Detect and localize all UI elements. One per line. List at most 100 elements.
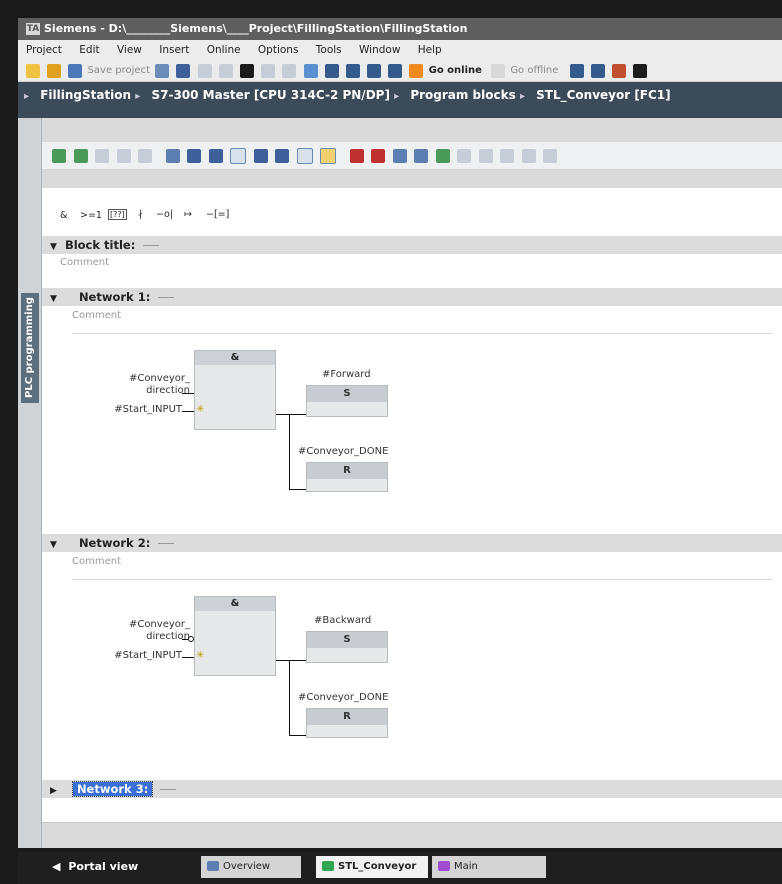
side-tab-plc-programming[interactable]: PLC programming	[21, 293, 39, 403]
insert-box-icon[interactable]	[253, 149, 268, 163]
menu-tools[interactable]: Tools	[316, 44, 342, 56]
input-operand-conveyor-direction[interactable]: #Conveyor_ direction	[108, 373, 190, 397]
network-2-title-field[interactable]	[158, 543, 175, 544]
insert-network-icon[interactable]	[52, 149, 66, 163]
go-to-error-icon[interactable]	[392, 149, 407, 163]
menu-view[interactable]: View	[117, 44, 142, 56]
menu-project[interactable]: Project	[26, 44, 62, 56]
palette-empty-box[interactable]: [??]	[108, 209, 127, 220]
input-operand-conveyor-direction[interactable]: #Conveyor_ direction	[108, 619, 190, 643]
breadcrumb-item-program-blocks[interactable]: Program blocks	[410, 88, 515, 102]
network-1-comment[interactable]: Comment	[72, 310, 772, 334]
menu-window[interactable]: Window	[359, 44, 400, 56]
collapse-icon[interactable]: ▼	[50, 294, 57, 304]
stop-cpu-icon[interactable]	[611, 64, 626, 78]
palette-or-box[interactable]: >=1	[80, 210, 102, 221]
set-coil[interactable]: S	[306, 385, 388, 417]
go-offline-button[interactable]: Go offline	[510, 60, 558, 82]
split-editor-icon[interactable]	[590, 64, 605, 78]
copy-icon[interactable]	[197, 64, 212, 78]
menu-options[interactable]: Options	[258, 44, 299, 56]
delete-network-icon[interactable]	[73, 149, 88, 163]
cut-icon[interactable]	[176, 64, 191, 78]
open-all-icon[interactable]	[349, 149, 364, 163]
menu-help[interactable]: Help	[418, 44, 442, 56]
step-in-icon[interactable]	[457, 149, 471, 163]
accessible-devices-icon[interactable]	[388, 64, 403, 78]
tab-main[interactable]: Main	[432, 856, 546, 878]
breakpoint-icon[interactable]	[521, 149, 536, 163]
new-project-icon[interactable]	[26, 64, 40, 78]
breadcrumb-item-cpu[interactable]: S7-300 Master [CPU 314C-2 PN/DP]	[151, 88, 389, 102]
monitoring-icon[interactable]	[435, 149, 450, 163]
collapse-networks-icon[interactable]	[187, 149, 201, 163]
coil-operand-backward[interactable]: #Backward	[314, 615, 371, 626]
block-title-field[interactable]	[143, 245, 160, 246]
open-project-icon[interactable]	[47, 64, 62, 78]
compile-icon[interactable]	[303, 64, 318, 78]
insert-input-icon[interactable]: ✳	[196, 404, 204, 415]
input-operand-start[interactable]: #Start_INPUT	[82, 650, 182, 661]
coil-operand-forward[interactable]: #Forward	[322, 369, 371, 380]
reset-coil[interactable]: R	[306, 462, 388, 492]
palette-coil[interactable]: −[=]	[206, 209, 229, 220]
breadcrumb-item-block[interactable]: STL_Conveyor [FC1]	[536, 88, 671, 102]
coil-operand-conveyor-done[interactable]: #Conveyor_DONE	[298, 692, 388, 703]
palette-negated-input[interactable]: −o|	[156, 209, 173, 220]
network-view-icon[interactable]	[296, 148, 313, 164]
palette-assignment[interactable]: ↦	[184, 209, 192, 220]
network-comments-icon[interactable]	[208, 149, 223, 163]
network-3-header[interactable]: ▶ Network 3:	[42, 780, 782, 798]
input-operand-start[interactable]: #Start_INPUT	[82, 404, 182, 415]
expand-icon[interactable]: ▶	[50, 786, 57, 796]
favorites-icon[interactable]	[230, 148, 246, 164]
paste-icon[interactable]	[218, 64, 233, 78]
breadcrumb-expand-icon[interactable]: ▸	[24, 84, 36, 110]
print-icon[interactable]	[155, 64, 170, 78]
collapse-icon[interactable]: ▼	[50, 242, 57, 252]
cross-reference-icon[interactable]	[569, 64, 584, 78]
coil-operand-conveyor-done[interactable]: #Conveyor_DONE	[298, 446, 388, 457]
test-icon[interactable]	[543, 149, 557, 163]
expand-networks-icon[interactable]	[165, 149, 180, 163]
go-online-button[interactable]: Go online	[429, 60, 482, 82]
enable-network-icon[interactable]	[116, 149, 131, 163]
absolute-operands-icon[interactable]	[138, 149, 152, 163]
network-1-header[interactable]: ▼ Network 1:	[42, 288, 782, 306]
menu-edit[interactable]: Edit	[79, 44, 99, 56]
block-comment[interactable]: Comment	[60, 257, 109, 268]
close-icon[interactable]	[633, 64, 648, 78]
reset-coil[interactable]: R	[306, 708, 388, 738]
delete-icon[interactable]	[239, 64, 254, 78]
insert-input-icon[interactable]: ✳	[196, 650, 204, 661]
set-coil[interactable]: S	[306, 631, 388, 663]
menu-online[interactable]: Online	[207, 44, 241, 56]
call-environment-icon[interactable]	[500, 149, 514, 163]
breadcrumb-item-project[interactable]: FillingStation	[40, 88, 131, 102]
and-box[interactable]: &	[194, 596, 276, 676]
network-1-title-field[interactable]	[158, 297, 175, 298]
go-to-next-error-icon[interactable]	[414, 149, 428, 163]
palette-and-box[interactable]: &	[60, 210, 67, 221]
step-out-icon[interactable]	[478, 149, 493, 163]
tab-stl-conveyor[interactable]: STL_Conveyor	[316, 856, 428, 878]
undo-icon[interactable]	[261, 64, 276, 78]
network-2-comment[interactable]: Comment	[72, 556, 772, 580]
collapse-icon[interactable]: ▼	[50, 540, 57, 550]
edit-instruction-icon[interactable]	[320, 148, 336, 164]
download-icon[interactable]	[324, 64, 339, 78]
save-icon[interactable]	[68, 64, 83, 78]
remove-box-icon[interactable]	[275, 149, 289, 163]
and-box[interactable]: &	[194, 350, 276, 430]
save-project-button[interactable]: Save project	[88, 60, 150, 82]
network-2-header[interactable]: ▼ Network 2:	[42, 534, 782, 552]
disable-network-icon[interactable]	[95, 149, 109, 163]
menu-insert[interactable]: Insert	[159, 44, 189, 56]
simulation-icon[interactable]	[367, 64, 382, 78]
close-all-icon[interactable]	[371, 149, 385, 163]
portal-view-button[interactable]: ◀ Portal view	[52, 860, 138, 873]
negation-circle-icon[interactable]	[188, 636, 194, 642]
upload-icon[interactable]	[345, 64, 360, 78]
redo-icon[interactable]	[282, 64, 297, 78]
palette-open-branch[interactable]: ∤	[138, 209, 143, 220]
